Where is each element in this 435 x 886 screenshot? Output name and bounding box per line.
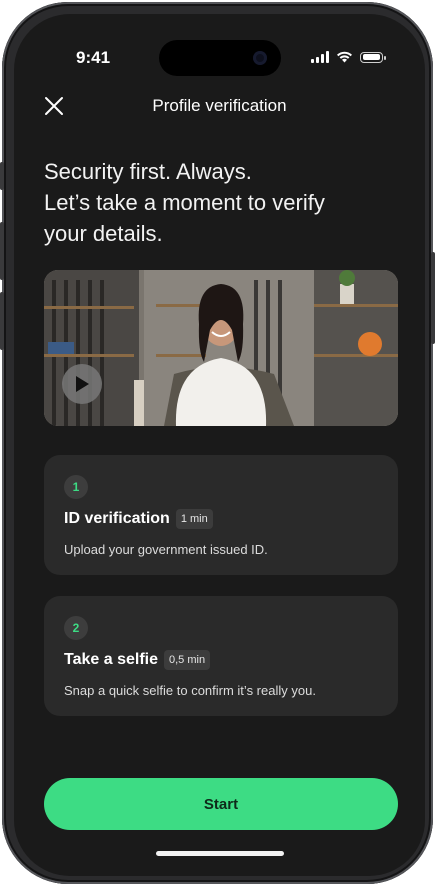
- dynamic-island: [159, 40, 281, 76]
- cellular-signal-icon: [311, 51, 329, 63]
- status-time: 9:41: [76, 48, 111, 67]
- play-button[interactable]: [62, 364, 102, 404]
- play-icon: [76, 376, 89, 392]
- camera-icon: [253, 51, 267, 65]
- intro-video[interactable]: [44, 270, 398, 426]
- step-title-row: ID verification 1 min: [64, 509, 213, 529]
- start-button[interactable]: Start: [44, 778, 398, 830]
- headline: Security first. Always. Let’s take a mom…: [44, 156, 394, 249]
- mute-switch: [0, 162, 4, 190]
- step-number: 1: [64, 475, 88, 499]
- phone-frame: 9:41 Profile verification Security first…: [0, 2, 435, 884]
- battery-icon: [360, 51, 386, 63]
- step-title-row: Take a selfie 0,5 min: [64, 650, 211, 670]
- volume-up-button: [0, 222, 4, 280]
- video-thumbnail: [44, 270, 398, 426]
- status-icons: [311, 51, 386, 63]
- power-button: [431, 252, 435, 344]
- headline-line-2: Let’s take a moment to verify: [44, 190, 325, 215]
- home-indicator[interactable]: [156, 851, 284, 856]
- volume-down-button: [0, 292, 4, 350]
- step-title: Take a selfie: [64, 651, 158, 668]
- step-card-id-verification[interactable]: 1 ID verification 1 min Upload your gove…: [44, 455, 398, 575]
- step-description: Upload your government issued ID.: [64, 542, 268, 557]
- step-number: 2: [64, 616, 88, 640]
- duration-badge: 1 min: [175, 509, 213, 529]
- step-title: ID verification: [64, 510, 170, 527]
- page-title: Profile verification: [152, 96, 287, 115]
- headline-line-1: Security first. Always.: [44, 159, 252, 184]
- step-description: Snap a quick selfie to confirm it’s real…: [64, 683, 316, 698]
- screen: 9:41 Profile verification Security first…: [14, 14, 425, 876]
- wifi-icon: [337, 51, 352, 63]
- headline-line-3: your details.: [44, 221, 163, 246]
- duration-badge: 0,5 min: [163, 650, 211, 670]
- step-card-selfie[interactable]: 2 Take a selfie 0,5 min Snap a quick sel…: [44, 596, 398, 716]
